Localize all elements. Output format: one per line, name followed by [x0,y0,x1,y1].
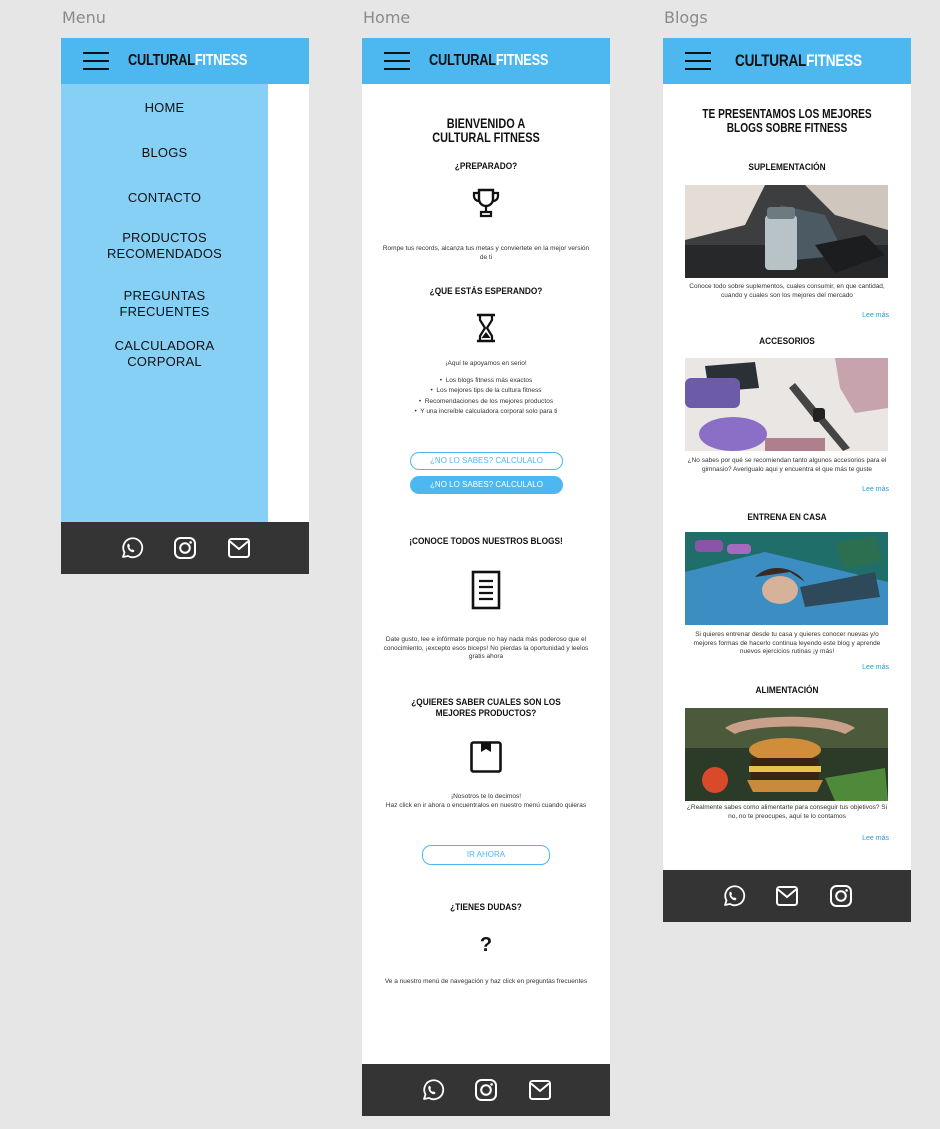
menu-item-blogs[interactable]: BLOGS [61,145,268,161]
read-more-link[interactable]: Lee más [862,312,889,319]
home-workout-photo[interactable] [685,532,888,625]
footer-bar [663,870,911,922]
menu-item-productos[interactable]: PRODUCTOS RECOMENDADOS [61,230,268,262]
list-item: • Los mejores tips de la cultura fitness [430,387,542,395]
blog-text-entrena-en-casa: Si quieres entrenar desde tu casa y quie… [693,631,881,655]
logo[interactable]: CULTURALFITNESS [128,52,247,70]
mail-icon[interactable] [226,535,252,561]
list-item: • Y una increíble calculadora corporal s… [414,407,558,415]
blog-text-suplementacion: Conoce todo sobre suplementos, cuales co… [689,283,885,299]
product-box-icon [470,741,502,773]
section-text-productos: ¡Nosotros te lo decimos! Haz click en ir… [385,793,587,809]
instagram-icon[interactable] [473,1077,499,1103]
calculate-button-filled[interactable]: ¿NO LO SABES? CALCULALO [410,476,563,494]
blog-title-alimentacion: ALIMENTACIÓN [755,685,819,695]
menu-item-contacto[interactable]: CONTACTO [61,190,268,206]
nav-drawer: HOME BLOGS CONTACTO PRODUCTOS RECOMENDAD… [61,84,268,522]
blog-title-entrena-en-casa: ENTRENA EN CASA [747,512,827,522]
blog-text-alimentacion: ¿Realmente sabes como alimentarte para c… [686,804,888,820]
menu-item-preguntas[interactable]: PREGUNTAS FRECUENTES [61,288,268,320]
frame-title-menu: Menu [62,8,106,27]
section-text-blogs: Date gusto, lee e infórmate porque no ha… [383,636,589,660]
top-bar: CULTURALFITNESS [663,38,911,84]
mail-icon[interactable] [527,1077,553,1103]
blog-title-suplementacion: SUPLEMENTACIÓN [748,162,826,172]
mail-icon[interactable] [774,883,800,909]
food-photo[interactable] [685,708,888,801]
instagram-icon[interactable] [828,883,854,909]
hamburger-menu-icon[interactable] [83,52,109,70]
home-screen: CULTURALFITNESS BIENVENIDO A CULTURAL FI… [362,38,610,1116]
logo[interactable]: CULTURALFITNESS [735,51,862,71]
section-title-productos: ¿QUIERES SABER CUALES SON LOS MEJORES PR… [411,697,561,718]
whatsapp-icon[interactable] [419,1077,445,1103]
read-more-link[interactable]: Lee más [862,835,889,842]
frame-title-blogs: Blogs [664,8,708,27]
hourglass-icon [477,313,495,343]
list-item: • Recomendaciones de los mejores product… [418,397,554,405]
section-text-preparado: Rompe tus records, alcanza tus metas y c… [382,245,590,261]
top-bar: CULTURALFITNESS [61,38,309,84]
go-now-button[interactable]: IR AHORA [422,845,550,865]
frame-title-home: Home [363,8,411,27]
blogs-heading: TE PRESENTAMOS LOS MEJORES BLOGS SOBRE F… [702,106,872,135]
footer-bar [362,1064,610,1116]
instagram-icon[interactable] [172,535,198,561]
menu-item-calculadora[interactable]: CALCULADORA CORPORAL [61,338,268,370]
section-title-dudas: ¿TIENES DUDAS? [450,902,522,912]
read-more-link[interactable]: Lee más [862,664,889,671]
calculate-button-outline[interactable]: ¿NO LO SABES? CALCULALO [410,452,563,470]
section-title-preparado: ¿PREPARADO? [454,161,518,171]
hamburger-menu-icon[interactable] [384,52,410,70]
welcome-title: BIENVENIDO A CULTURAL FITNESS [432,115,540,145]
logo[interactable]: CULTURALFITNESS [429,52,548,70]
top-bar: CULTURALFITNESS [362,38,610,84]
list-item: • Los blogs fitness más exactos [439,377,533,384]
footer-bar [61,522,309,574]
read-more-link[interactable]: Lee más [862,486,889,493]
section-text-esperando: ¡Aquí te apoyamos en serio! [445,360,527,367]
hamburger-menu-icon[interactable] [685,52,711,70]
section-title-blogs: ¡CONOCE TODOS NUESTROS BLOGS! [409,536,563,546]
accessories-photo[interactable] [685,358,888,451]
blogs-screen: CULTURALFITNESS TE PRESENTAMOS LOS MEJOR… [663,38,911,922]
features-list: • Los blogs fitness más exactos • Los me… [362,376,610,417]
menu-item-home[interactable]: HOME [61,100,268,116]
blog-title-accesorios: ACCESORIOS [759,336,815,346]
section-title-esperando: ¿QUE ESTÁS ESPERANDO? [429,286,543,296]
whatsapp-icon[interactable] [118,535,144,561]
document-icon [471,570,501,610]
supplement-photo[interactable] [685,185,888,278]
whatsapp-icon[interactable] [720,883,746,909]
trophy-icon [472,188,500,218]
menu-screen: CULTURALFITNESS HOME BLOGS CONTACTO PROD… [61,38,309,574]
section-text-dudas: Ve a nuestro menú de navegación y haz cl… [384,978,588,985]
blog-text-accesorios: ¿No sabes por qué se recomiendan tanto a… [687,457,887,473]
question-mark-icon: ? [479,934,493,956]
